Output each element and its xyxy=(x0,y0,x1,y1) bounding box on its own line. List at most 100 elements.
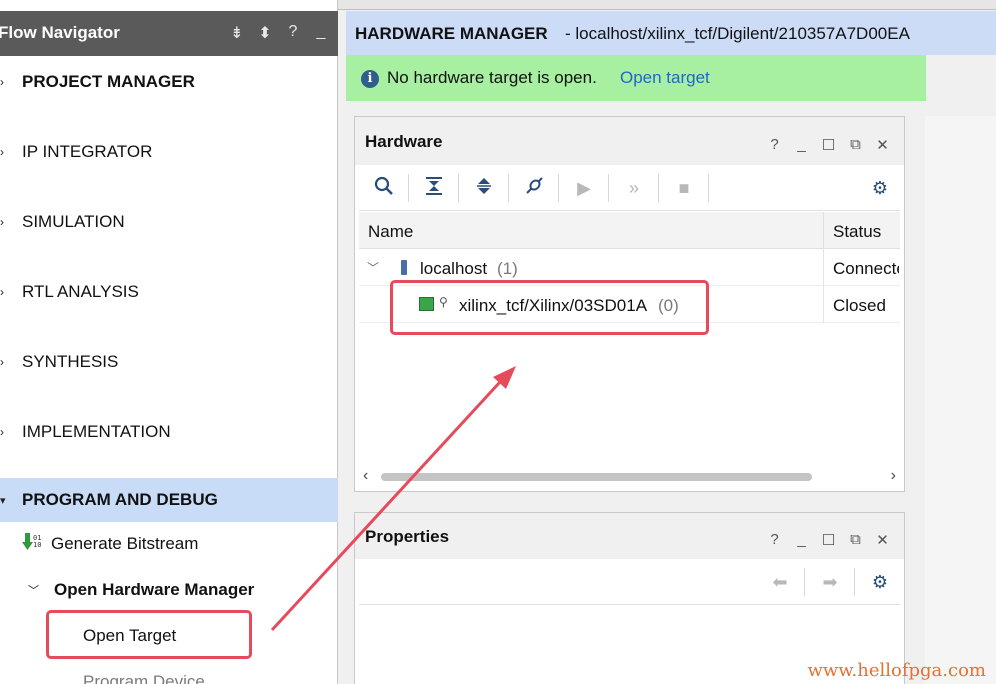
stop-icon[interactable]: ■ xyxy=(672,176,696,200)
run-all-icon[interactable]: » xyxy=(622,176,646,200)
chevron-right-icon: › xyxy=(0,425,4,439)
close-icon[interactable]: ✕ xyxy=(875,531,890,549)
section-simulation[interactable]: › SIMULATION xyxy=(0,204,338,240)
server-icon xyxy=(401,260,407,275)
section-ip-integrator[interactable]: › IP INTEGRATOR xyxy=(0,134,338,170)
chevron-right-icon: › xyxy=(0,215,4,229)
toolbar-separator xyxy=(508,173,509,202)
section-label: SYNTHESIS xyxy=(22,352,119,371)
minimize-icon[interactable]: _ xyxy=(314,23,328,43)
section-program-and-debug[interactable]: ▾ PROGRAM AND DEBUG xyxy=(0,478,338,522)
maximize-icon[interactable]: ☐ xyxy=(821,136,836,154)
expand-all-icon[interactable] xyxy=(472,176,496,200)
toolbar-separator xyxy=(408,173,409,202)
host-count: (1) xyxy=(497,259,518,278)
auto-connect-icon[interactable] xyxy=(522,176,546,200)
generate-bitstream-icon: 01 10 xyxy=(22,533,41,550)
hardware-panel-title: Hardware xyxy=(365,132,443,151)
flow-navigator-panel: Flow Navigator ⇟ ⬍ ? _ › PROJECT MANAGER… xyxy=(0,0,338,684)
properties-panel: Properties ? _ ☐ ⧉ ✕ ⬅ ➡ ⚙ xyxy=(354,512,905,684)
column-header-name[interactable]: Name xyxy=(368,222,413,242)
section-synthesis[interactable]: › SYNTHESIS xyxy=(0,344,338,380)
toolbar-separator xyxy=(458,173,459,202)
target-status: Closed xyxy=(833,296,886,315)
toolbar-separator xyxy=(658,173,659,202)
help-icon[interactable]: ? xyxy=(767,136,782,154)
chevron-right-icon: › xyxy=(0,75,4,89)
chevron-down-icon[interactable]: ﹀ xyxy=(367,259,379,276)
chevron-right-icon: › xyxy=(0,355,4,369)
column-divider xyxy=(823,249,824,286)
forward-icon[interactable]: ➡ xyxy=(818,570,842,594)
flow-navigator-title: Flow Navigator xyxy=(0,23,120,42)
collapse-all-icon[interactable]: ⇟ xyxy=(230,23,244,43)
minimize-icon[interactable]: _ xyxy=(794,531,809,549)
flow-navigator-controls: ⇟ ⬍ ? _ xyxy=(230,23,328,43)
hardware-manager-title: HARDWARE MANAGER xyxy=(355,24,548,43)
section-project-manager[interactable]: › PROJECT MANAGER xyxy=(0,64,338,100)
section-label: PROJECT MANAGER xyxy=(22,72,195,91)
section-label: PROGRAM AND DEBUG xyxy=(22,490,218,509)
flow-navigator-header: Flow Navigator ⇟ ⬍ ? _ xyxy=(0,11,338,56)
search-icon[interactable] xyxy=(372,176,396,200)
properties-panel-titlebar: Properties ? _ ☐ ⧉ ✕ xyxy=(355,513,904,559)
program-device-item[interactable]: Program Device xyxy=(83,672,205,684)
section-label: IP INTEGRATOR xyxy=(22,142,153,161)
hardware-manager-header: HARDWARE MANAGER - localhost/xilinx_tcf/… xyxy=(346,11,996,55)
help-icon[interactable]: ? xyxy=(286,23,300,43)
toolbar-separator xyxy=(854,567,855,596)
info-message: No hardware target is open. xyxy=(387,68,597,87)
svg-text:10: 10 xyxy=(33,541,41,549)
chevron-right-icon: › xyxy=(0,285,4,299)
hardware-panel-titlebar: Hardware ? _ ☐ ⧉ ✕ xyxy=(355,117,904,165)
settings-icon[interactable]: ⚙ xyxy=(868,176,892,200)
hardware-toolbar: ▶ » ■ ⚙ xyxy=(359,165,900,211)
column-divider xyxy=(823,286,824,323)
host-status: Connected xyxy=(833,259,899,278)
scroll-left-icon[interactable]: ‹ xyxy=(363,467,368,485)
run-icon[interactable]: ▶ xyxy=(572,176,596,200)
host-name: localhost xyxy=(420,259,488,278)
settings-icon[interactable]: ⚙ xyxy=(868,570,892,594)
expand-icon[interactable]: ⬍ xyxy=(258,23,272,43)
watermark: www.hellofpga.com xyxy=(807,660,986,681)
horizontal-scrollbar[interactable]: ‹ › xyxy=(359,467,900,487)
section-label: RTL ANALYSIS xyxy=(22,282,139,301)
generate-bitstream-item[interactable]: Generate Bitstream xyxy=(51,534,198,554)
toolbar-separator xyxy=(804,567,805,596)
float-icon[interactable]: ⧉ xyxy=(848,531,863,549)
workspace-background xyxy=(925,116,996,684)
hardware-panel-controls: ? _ ☐ ⧉ ✕ xyxy=(767,136,890,154)
section-implementation[interactable]: › IMPLEMENTATION xyxy=(0,414,338,450)
back-icon[interactable]: ⬅ xyxy=(768,570,792,594)
column-divider[interactable] xyxy=(823,212,824,249)
chevron-down-icon: ▾ xyxy=(0,494,6,507)
toolbar-separator xyxy=(708,173,709,202)
open-hardware-manager-item[interactable]: Open Hardware Manager xyxy=(54,580,254,600)
scrollbar-thumb[interactable] xyxy=(381,473,812,481)
close-icon[interactable]: ✕ xyxy=(875,136,890,154)
scroll-right-icon[interactable]: › xyxy=(891,467,896,485)
vivado-window: Flow Navigator ⇟ ⬍ ? _ › PROJECT MANAGER… xyxy=(0,0,996,684)
chevron-down-icon[interactable]: ﹀ xyxy=(28,582,39,598)
properties-toolbar: ⬅ ➡ ⚙ xyxy=(359,559,900,605)
column-header-status[interactable]: Status xyxy=(833,222,881,242)
properties-panel-title: Properties xyxy=(365,527,450,546)
collapse-all-icon[interactable] xyxy=(422,176,446,200)
hardware-table-header: Name Status xyxy=(359,212,900,249)
section-label: SIMULATION xyxy=(22,212,125,231)
maximize-icon[interactable]: ☐ xyxy=(821,531,836,549)
info-icon: i xyxy=(361,70,379,88)
annotation-box-target xyxy=(390,280,709,335)
open-target-link[interactable]: Open target xyxy=(620,68,710,88)
properties-panel-controls: ? _ ☐ ⧉ ✕ xyxy=(767,531,890,549)
help-icon[interactable]: ? xyxy=(767,531,782,549)
section-label: IMPLEMENTATION xyxy=(22,422,171,441)
minimize-icon[interactable]: _ xyxy=(794,136,809,154)
float-icon[interactable]: ⧉ xyxy=(848,136,863,154)
info-banner: i No hardware target is open. Open targe… xyxy=(346,55,926,101)
chevron-right-icon: › xyxy=(0,145,4,159)
hardware-manager-path: - localhost/xilinx_tcf/Digilent/210357A7… xyxy=(565,24,910,43)
toolbar-separator xyxy=(558,173,559,202)
section-rtl-analysis[interactable]: › RTL ANALYSIS xyxy=(0,274,338,310)
